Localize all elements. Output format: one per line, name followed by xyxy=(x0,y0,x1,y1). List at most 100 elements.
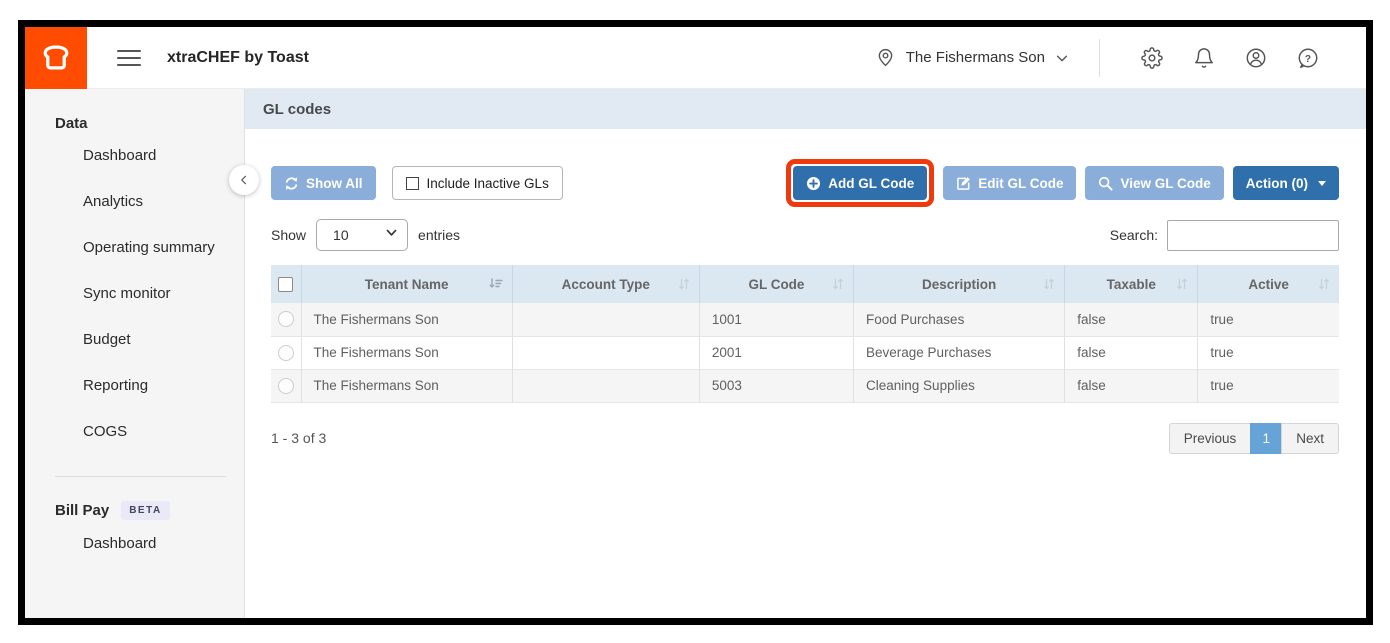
add-gl-code-label: Add GL Code xyxy=(828,176,914,191)
cell-description: Cleaning Supplies xyxy=(854,369,1065,402)
gear-icon xyxy=(1141,47,1163,69)
sidebar-item-billpay-dashboard[interactable]: Dashboard xyxy=(25,520,244,566)
sidebar-item-sync-monitor[interactable]: Sync monitor xyxy=(25,270,244,316)
show-all-label: Show All xyxy=(306,176,363,191)
edit-pencil-icon xyxy=(956,176,971,191)
table-row[interactable]: The Fishermans Son 5003 Cleaning Supplie… xyxy=(271,369,1339,402)
entries-label: entries xyxy=(418,227,460,243)
show-label: Show xyxy=(271,227,306,243)
collapse-chevron-left-icon xyxy=(238,174,250,186)
sidebar-item-dashboard[interactable]: Dashboard xyxy=(25,132,244,178)
plus-circle-icon xyxy=(806,176,821,191)
column-header-gl-code[interactable]: GL Code xyxy=(699,265,853,303)
location-selector[interactable]: The Fishermans Son xyxy=(875,47,1069,68)
user-icon xyxy=(1245,47,1267,69)
sidebar-item-budget[interactable]: Budget xyxy=(25,316,244,362)
view-gl-code-label: View GL Code xyxy=(1120,176,1210,191)
cell-active: true xyxy=(1198,369,1339,402)
sort-both-icon xyxy=(677,277,691,291)
sidebar-item-reporting[interactable]: Reporting xyxy=(25,362,244,408)
page-1-button[interactable]: 1 xyxy=(1250,423,1282,454)
cell-gl-code: 2001 xyxy=(699,336,853,369)
cell-gl-code: 5003 xyxy=(699,369,853,402)
hamburger-menu-icon[interactable] xyxy=(117,50,141,66)
toast-bread-icon xyxy=(39,41,73,75)
cell-tenant: The Fishermans Son xyxy=(301,303,512,336)
main-area: GL codes Show All xyxy=(245,89,1366,618)
help-button[interactable]: ? xyxy=(1282,47,1334,69)
previous-page-button[interactable]: Previous xyxy=(1169,423,1252,454)
beta-badge: BETA xyxy=(121,501,169,520)
search-label: Search: xyxy=(1110,227,1158,243)
cell-account-type xyxy=(512,303,699,336)
add-gl-code-annotation-highlight: Add GL Code xyxy=(786,159,934,207)
include-inactive-button[interactable]: Include Inactive GLs xyxy=(392,166,563,200)
sort-both-icon xyxy=(831,277,845,291)
column-header-taxable[interactable]: Taxable xyxy=(1065,265,1198,303)
table-row[interactable]: The Fishermans Son 2001 Beverage Purchas… xyxy=(271,336,1339,369)
search-input[interactable] xyxy=(1167,220,1339,251)
cell-description: Food Purchases xyxy=(854,303,1065,336)
sidebar: Data Dashboard Analytics Operating summa… xyxy=(25,89,245,618)
chevron-down-icon xyxy=(1055,51,1069,65)
cell-active: true xyxy=(1198,303,1339,336)
action-label: Action (0) xyxy=(1246,176,1308,191)
table-row[interactable]: The Fishermans Son 1001 Food Purchases f… xyxy=(271,303,1339,336)
row-select-radio[interactable] xyxy=(278,311,294,327)
page-title: GL codes xyxy=(263,101,331,118)
location-name: The Fishermans Son xyxy=(906,49,1045,66)
toolbar-right: Add GL Code Edit GL Code xyxy=(786,159,1339,207)
location-pin-icon xyxy=(875,47,896,68)
row-select-radio[interactable] xyxy=(278,345,294,361)
sort-both-icon xyxy=(1042,277,1056,291)
app-window: xtraCHEF by Toast The Fishermans Son xyxy=(18,20,1373,625)
header-actions: The Fishermans Son xyxy=(875,39,1366,77)
action-dropdown-button[interactable]: Action (0) xyxy=(1233,166,1339,200)
notifications-button[interactable] xyxy=(1178,47,1230,69)
settings-button[interactable] xyxy=(1126,47,1178,69)
search-magnifier-icon xyxy=(1098,176,1113,191)
include-inactive-checkbox[interactable] xyxy=(406,177,419,190)
page-size-select[interactable]: 10 xyxy=(316,219,408,251)
refresh-icon xyxy=(284,176,299,191)
cell-description: Beverage Purchases xyxy=(854,336,1065,369)
column-header-active[interactable]: Active xyxy=(1198,265,1339,303)
sidebar-item-cogs[interactable]: COGS xyxy=(25,408,244,454)
select-all-checkbox[interactable] xyxy=(278,277,293,292)
show-all-button[interactable]: Show All xyxy=(271,166,376,200)
column-header-tenant-name[interactable]: Tenant Name xyxy=(301,265,512,303)
select-all-header[interactable] xyxy=(271,265,301,303)
toolbar: Show All Include Inactive GLs xyxy=(271,159,1339,207)
toast-logo[interactable] xyxy=(25,27,87,89)
column-header-description[interactable]: Description xyxy=(854,265,1065,303)
table-header-row: Tenant Name Account Type xyxy=(271,265,1339,303)
bill-pay-label: Bill Pay xyxy=(55,502,109,519)
top-header: xtraCHEF by Toast The Fishermans Son xyxy=(25,27,1366,89)
cell-active: true xyxy=(1198,336,1339,369)
cell-taxable: false xyxy=(1065,336,1198,369)
column-header-account-type[interactable]: Account Type xyxy=(512,265,699,303)
account-button[interactable] xyxy=(1230,47,1282,69)
add-gl-code-button[interactable]: Add GL Code xyxy=(793,166,927,200)
sidebar-section-bill-pay: Bill Pay BETA xyxy=(55,501,244,520)
sidebar-item-analytics[interactable]: Analytics xyxy=(25,178,244,224)
view-gl-code-button[interactable]: View GL Code xyxy=(1085,166,1223,200)
sidebar-collapse-button[interactable] xyxy=(229,165,259,195)
sidebar-divider xyxy=(55,476,226,477)
breadcrumb: GL codes xyxy=(245,89,1366,129)
pagination-row: 1 - 3 of 3 Previous 1 Next xyxy=(271,423,1339,454)
pager: Previous 1 Next xyxy=(1169,423,1339,454)
include-inactive-label: Include Inactive GLs xyxy=(427,176,549,191)
gl-codes-table: Tenant Name Account Type xyxy=(271,265,1339,403)
sidebar-section-data: Data xyxy=(55,115,244,132)
edit-gl-code-button[interactable]: Edit GL Code xyxy=(943,166,1076,200)
sort-desc-icon xyxy=(488,277,504,291)
table-controls: Show 10 entries Search: xyxy=(271,219,1339,251)
sidebar-item-operating-summary[interactable]: Operating summary xyxy=(25,224,244,270)
header-divider xyxy=(1099,39,1100,77)
cell-gl-code: 1001 xyxy=(699,303,853,336)
row-select-radio[interactable] xyxy=(278,378,294,394)
caret-down-icon xyxy=(1318,181,1326,186)
next-page-button[interactable]: Next xyxy=(1281,423,1339,454)
cell-taxable: false xyxy=(1065,369,1198,402)
